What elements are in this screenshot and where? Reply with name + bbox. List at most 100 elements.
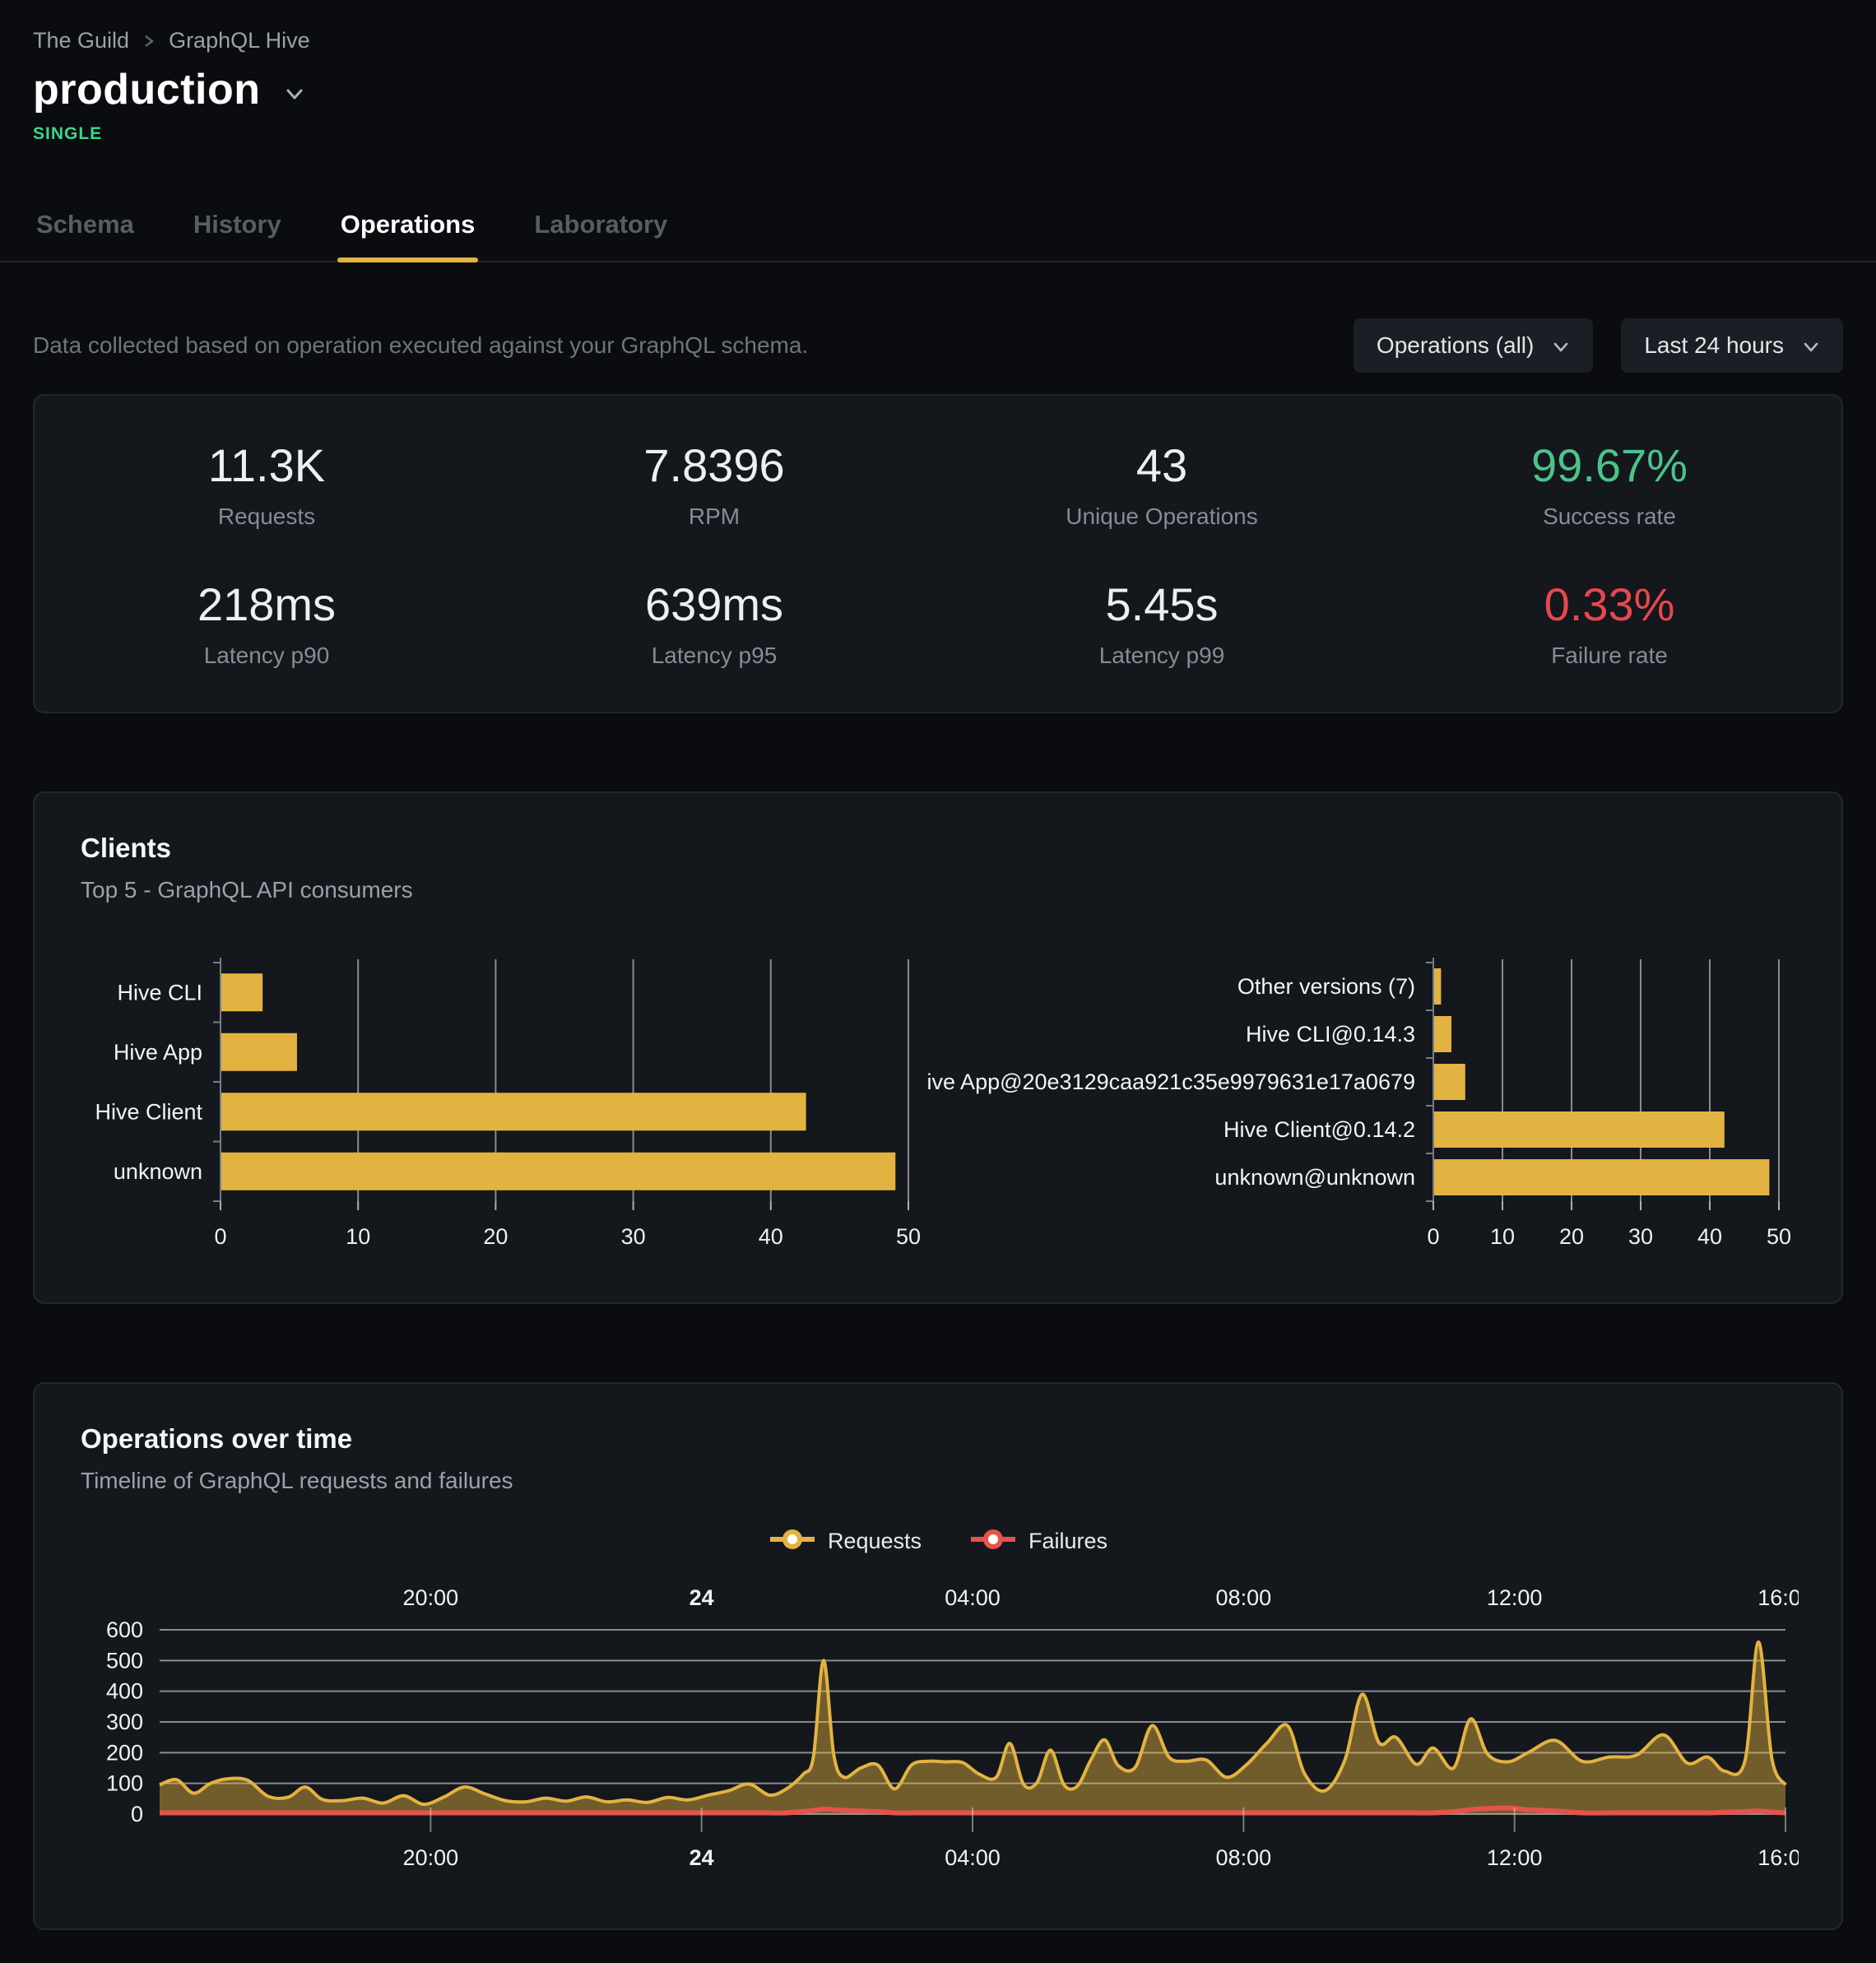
tab-laboratory[interactable]: Laboratory — [531, 198, 671, 261]
tab-schema[interactable]: Schema — [33, 198, 137, 261]
operations-card-title: Operations over time — [81, 1423, 1795, 1455]
stat-value: 7.8396 — [490, 439, 938, 492]
stat-label: Failure rate — [1386, 643, 1833, 669]
stat-label: Requests — [43, 504, 490, 530]
breadcrumb: The Guild GraphQL Hive — [33, 28, 1843, 53]
stat-label: Latency p95 — [490, 643, 938, 669]
registry-model-badge: SINGLE — [33, 124, 1843, 144]
operations-dashboard: The Guild GraphQL Hive production SINGLE… — [0, 0, 1876, 1963]
time-range-value: Last 24 hours — [1644, 332, 1784, 359]
target-selector-chevron-down-icon[interactable] — [282, 81, 307, 106]
svg-text:40: 40 — [1697, 1224, 1722, 1249]
svg-text:50: 50 — [1767, 1224, 1791, 1249]
clients-by-name-bar-chart: Hive CLI Hive App Hive Client unknown 0 10 20 3… — [81, 951, 928, 1268]
tab-history[interactable]: History — [190, 198, 285, 261]
svg-text:0: 0 — [131, 1802, 143, 1826]
legend-item-failures[interactable]: Failures — [969, 1527, 1107, 1556]
stat-value: 5.45s — [938, 578, 1386, 631]
filter-row: Data collected based on operation execut… — [33, 318, 1843, 373]
clients-card-subtitle: Top 5 - GraphQL API consumers — [81, 877, 1795, 903]
page-header: The Guild GraphQL Hive production SINGLE — [0, 28, 1876, 144]
requests-line-marker-icon — [769, 1527, 816, 1556]
svg-text:16:00: 16:00 — [1758, 1585, 1799, 1610]
svg-text:20:00: 20:00 — [403, 1845, 459, 1870]
stat-requests: 11.3K Requests — [43, 439, 490, 530]
clients-card: Clients Top 5 - GraphQL API consumers Hi… — [33, 791, 1843, 1304]
svg-text:24: 24 — [690, 1585, 714, 1610]
stat-success-rate: 99.67% Success rate — [1386, 439, 1833, 530]
stat-label: Unique Operations — [938, 504, 1386, 530]
svg-text:300: 300 — [106, 1710, 143, 1734]
stat-label: Latency p99 — [938, 643, 1386, 669]
svg-text:12:00: 12:00 — [1487, 1585, 1543, 1610]
svg-text:20:00: 20:00 — [403, 1585, 459, 1610]
svg-text:12:00: 12:00 — [1487, 1845, 1543, 1870]
svg-text:16:00: 16:00 — [1758, 1845, 1799, 1870]
clients-by-version-bar-chart: Other versions (7) Hive CLI@0.14.3 Hive Ap… — [928, 951, 1799, 1268]
chevron-down-icon — [1802, 338, 1820, 356]
svg-text:400: 400 — [106, 1679, 143, 1704]
breadcrumb-org-link[interactable]: The Guild — [33, 28, 129, 53]
svg-text:Hive CLI: Hive CLI — [117, 980, 202, 1005]
stat-label: Latency p90 — [43, 643, 490, 669]
svg-text:40: 40 — [759, 1224, 783, 1249]
collection-description: Data collected based on operation execut… — [33, 332, 808, 359]
svg-text:10: 10 — [346, 1224, 370, 1249]
svg-text:Hive App: Hive App — [114, 1040, 202, 1065]
svg-text:30: 30 — [1628, 1224, 1653, 1249]
svg-text:unknown@unknown: unknown@unknown — [1214, 1165, 1415, 1190]
stat-value: 43 — [938, 439, 1386, 492]
svg-text:0: 0 — [1427, 1224, 1439, 1249]
stat-rpm: 7.8396 RPM — [490, 439, 938, 530]
stats-summary-card: 11.3K Requests 7.8396 RPM 43 Unique Oper… — [33, 394, 1843, 713]
svg-text:08:00: 08:00 — [1216, 1585, 1272, 1610]
stat-label: Success rate — [1386, 504, 1833, 530]
failures-line-marker-icon — [969, 1527, 1017, 1556]
svg-text:Hive CLI@0.14.3: Hive CLI@0.14.3 — [1246, 1022, 1415, 1046]
legend-label: Requests — [828, 1529, 922, 1554]
stat-value: 11.3K — [43, 439, 490, 492]
stat-latency-p99: 5.45s Latency p99 — [938, 578, 1386, 669]
svg-text:500: 500 — [106, 1648, 143, 1673]
stat-unique-operations: 43 Unique Operations — [938, 439, 1386, 530]
tab-operations[interactable]: Operations — [337, 198, 479, 261]
svg-text:50: 50 — [896, 1224, 921, 1249]
svg-text:08:00: 08:00 — [1216, 1845, 1272, 1870]
stat-value: 0.33% — [1386, 578, 1833, 631]
stat-value: 218ms — [43, 578, 490, 631]
operations-filter-dropdown[interactable]: Operations (all) — [1354, 318, 1593, 373]
stat-failure-rate: 0.33% Failure rate — [1386, 578, 1833, 669]
time-range-dropdown[interactable]: Last 24 hours — [1621, 318, 1843, 373]
operations-timeline-area-chart: 20:002404:0008:0012:0016:000100200300400… — [81, 1577, 1795, 1894]
page-title: production — [33, 65, 261, 114]
svg-text:0: 0 — [214, 1224, 226, 1249]
svg-text:10: 10 — [1490, 1224, 1515, 1249]
svg-text:100: 100 — [106, 1771, 143, 1796]
breadcrumb-project-link[interactable]: GraphQL Hive — [169, 28, 310, 53]
operations-card-subtitle: Timeline of GraphQL requests and failure… — [81, 1468, 1795, 1494]
operations-filter-value: Operations (all) — [1377, 332, 1534, 359]
legend-item-requests[interactable]: Requests — [769, 1527, 922, 1556]
stat-label: RPM — [490, 504, 938, 530]
svg-text:Other versions (7): Other versions (7) — [1238, 974, 1415, 999]
svg-text:04:00: 04:00 — [945, 1585, 1001, 1610]
svg-text:30: 30 — [621, 1224, 646, 1249]
svg-text:Hive Client@0.14.2: Hive Client@0.14.2 — [1224, 1117, 1415, 1142]
svg-text:Hive App@20e3129caa921c35e9979: Hive App@20e3129caa921c35e9979631e17a067… — [928, 1070, 1415, 1094]
timeline-legend: Requests Failures — [81, 1527, 1795, 1556]
operations-over-time-card: Operations over time Timeline of GraphQL… — [33, 1382, 1843, 1930]
stat-value: 639ms — [490, 578, 938, 631]
stat-latency-p95: 639ms Latency p95 — [490, 578, 938, 669]
svg-text:20: 20 — [1559, 1224, 1584, 1249]
svg-text:Hive Client: Hive Client — [95, 1099, 202, 1124]
chevron-down-icon — [1552, 338, 1570, 356]
clients-card-title: Clients — [81, 833, 1795, 864]
svg-text:24: 24 — [690, 1845, 714, 1870]
svg-text:04:00: 04:00 — [945, 1845, 1001, 1870]
svg-text:20: 20 — [483, 1224, 508, 1249]
stat-latency-p90: 218ms Latency p90 — [43, 578, 490, 669]
svg-text:600: 600 — [106, 1617, 143, 1642]
chevron-right-icon — [142, 31, 156, 51]
legend-label: Failures — [1029, 1529, 1107, 1554]
svg-text:unknown: unknown — [114, 1159, 202, 1184]
